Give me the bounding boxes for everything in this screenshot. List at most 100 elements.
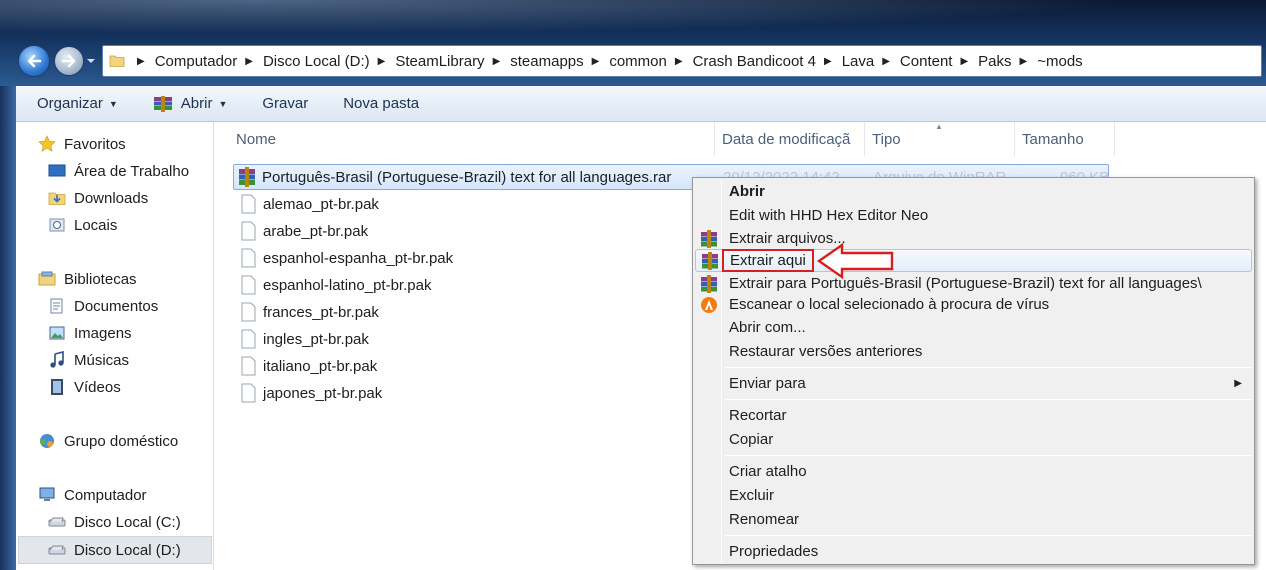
nav-downloads[interactable]: Downloads (48, 189, 148, 207)
table-row[interactable]: frances_pt-br.pak (239, 299, 379, 325)
breadcrumb-separator-icon[interactable]: ▶ (137, 56, 145, 67)
winrar-icon (239, 167, 255, 187)
winrar-icon (153, 95, 172, 112)
file-icon (241, 383, 256, 403)
open-with-button[interactable]: Abrir ▼ (153, 95, 227, 112)
table-row[interactable]: espanhol-espanha_pt-br.pak (239, 245, 453, 271)
breadcrumb-separator-icon[interactable]: ▶ (592, 56, 600, 67)
nav-music[interactable]: Músicas (48, 351, 129, 369)
breadcrumb-item[interactable]: SteamLibrary (395, 53, 484, 70)
menu-item-create-shortcut[interactable]: Criar atalho (695, 460, 1252, 483)
recent-pages-dropdown-icon[interactable] (86, 57, 96, 65)
breadcrumb-item[interactable]: Crash Bandicoot 4 (693, 53, 816, 70)
nav-label: Bibliotecas (64, 270, 137, 288)
winrar-icon (701, 274, 717, 293)
breadcrumb-separator-icon[interactable]: ▶ (493, 56, 501, 67)
nav-libraries[interactable]: Bibliotecas (38, 270, 137, 288)
context-menu: Abrir Edit with HHD Hex Editor Neo Extra… (692, 177, 1255, 565)
nav-documents[interactable]: Documentos (48, 297, 158, 315)
organize-button[interactable]: Organizar ▼ (37, 95, 118, 112)
menu-item-extract-to-folder[interactable]: Extrair para Português-Brasil (Portugues… (695, 272, 1252, 295)
table-row[interactable]: japones_pt-br.pak (239, 380, 382, 406)
nav-label: Grupo doméstico (64, 432, 179, 450)
menu-item-label: Propriedades (729, 543, 819, 560)
table-row[interactable]: alemao_pt-br.pak (239, 191, 379, 217)
downloads-folder-icon (48, 192, 66, 205)
back-button[interactable] (18, 45, 50, 77)
table-row[interactable]: ingles_pt-br.pak (239, 326, 369, 352)
nav-label: Vídeos (74, 378, 121, 396)
breadcrumb-separator-icon[interactable]: ▶ (824, 56, 832, 67)
nav-favorites[interactable]: Favoritos (38, 135, 126, 153)
breadcrumb-separator-icon[interactable]: ▶ (960, 56, 968, 67)
nav-homegroup[interactable]: Grupo doméstico (38, 432, 178, 450)
file-name: ingles_pt-br.pak (263, 330, 369, 348)
breadcrumb-item[interactable]: Disco Local (D:) (263, 53, 370, 70)
menu-separator (725, 367, 1252, 368)
breadcrumb-separator-icon[interactable]: ▶ (245, 56, 253, 67)
file-icon (241, 194, 256, 214)
organize-label: Organizar (37, 95, 103, 112)
menu-item-properties[interactable]: Propriedades (695, 540, 1252, 563)
column-header-name[interactable]: Nome (229, 122, 715, 156)
breadcrumb-item[interactable]: Computador (155, 53, 238, 70)
column-header-type[interactable]: Tipo (865, 122, 1015, 156)
file-name: espanhol-espanha_pt-br.pak (263, 249, 454, 267)
breadcrumb-item[interactable]: Content (900, 53, 953, 70)
nav-places[interactable]: Locais (48, 216, 117, 234)
nav-desktop[interactable]: Área de Trabalho (48, 162, 189, 180)
nav-videos[interactable]: Vídeos (48, 378, 121, 396)
breadcrumb-separator-icon[interactable]: ▶ (1020, 56, 1028, 67)
drive-icon (48, 517, 66, 527)
menu-item-label: Escanear o local selecionado à procura d… (729, 296, 1050, 313)
nav-disk-d[interactable]: Disco Local (D:) (18, 536, 212, 564)
nav-label: Disco Local (D:) (74, 541, 181, 559)
drive-icon (48, 545, 66, 555)
submenu-arrow-icon: ▶ (1234, 378, 1242, 389)
forward-button[interactable] (54, 46, 84, 76)
breadcrumb-item[interactable]: Lava (842, 53, 875, 70)
breadcrumb-separator-icon[interactable]: ▶ (378, 56, 386, 67)
breadcrumb-item[interactable]: Paks (978, 53, 1011, 70)
menu-item-label: Criar atalho (729, 463, 807, 480)
table-row[interactable]: espanhol-latino_pt-br.pak (239, 272, 431, 298)
table-row[interactable]: arabe_pt-br.pak (239, 218, 368, 244)
menu-separator (725, 535, 1252, 536)
menu-item-open-with[interactable]: Abrir com... (695, 316, 1252, 339)
nav-disk-c[interactable]: Disco Local (C:) (48, 513, 181, 531)
menu-item-cut[interactable]: Recortar (695, 404, 1252, 427)
file-icon (241, 221, 256, 241)
column-header-date[interactable]: Data de modificaçã (715, 122, 865, 156)
nav-pictures[interactable]: Imagens (48, 324, 132, 342)
burn-button[interactable]: Gravar (262, 95, 308, 112)
menu-item-virus-scan[interactable]: Escanear o local selecionado à procura d… (695, 293, 1252, 316)
menu-item-label: Recortar (729, 407, 787, 424)
breadcrumb-item[interactable]: steamapps (510, 53, 583, 70)
star-icon (38, 135, 56, 152)
menu-item-open[interactable]: Abrir (695, 180, 1252, 203)
breadcrumb-separator-icon[interactable]: ▶ (882, 56, 890, 67)
menu-item-extract-files[interactable]: Extrair arquivos... (695, 227, 1252, 250)
videos-icon (51, 379, 63, 395)
menu-item-send-to[interactable]: Enviar para ▶ (695, 372, 1252, 395)
address-bar[interactable]: ▶ Computador ▶ Disco Local (D:) ▶ SteamL… (102, 45, 1262, 77)
breadcrumb-item[interactable]: ~mods (1037, 53, 1082, 70)
menu-item-delete[interactable]: Excluir (695, 484, 1252, 507)
file-name: arabe_pt-br.pak (263, 222, 369, 240)
breadcrumb-item[interactable]: common (609, 53, 667, 70)
menu-item-label: Enviar para (729, 375, 806, 392)
table-row[interactable]: italiano_pt-br.pak (239, 353, 377, 379)
menu-item-hex-editor[interactable]: Edit with HHD Hex Editor Neo (695, 204, 1252, 227)
nav-computer[interactable]: Computador (38, 486, 147, 504)
window-frame-left (0, 86, 16, 570)
chevron-down-icon: ▼ (108, 98, 118, 109)
column-header-size[interactable]: Tamanho (1015, 122, 1115, 156)
menu-item-copy[interactable]: Copiar (695, 428, 1252, 451)
menu-item-restore-versions[interactable]: Restaurar versões anteriores (695, 340, 1252, 363)
menu-item-label: Restaurar versões anteriores (729, 343, 923, 360)
new-folder-button[interactable]: Nova pasta (343, 95, 419, 112)
breadcrumb: ▶ Computador ▶ Disco Local (D:) ▶ SteamL… (129, 53, 1083, 70)
breadcrumb-separator-icon[interactable]: ▶ (675, 56, 683, 67)
folder-icon (109, 55, 125, 67)
menu-item-rename[interactable]: Renomear (695, 508, 1252, 531)
